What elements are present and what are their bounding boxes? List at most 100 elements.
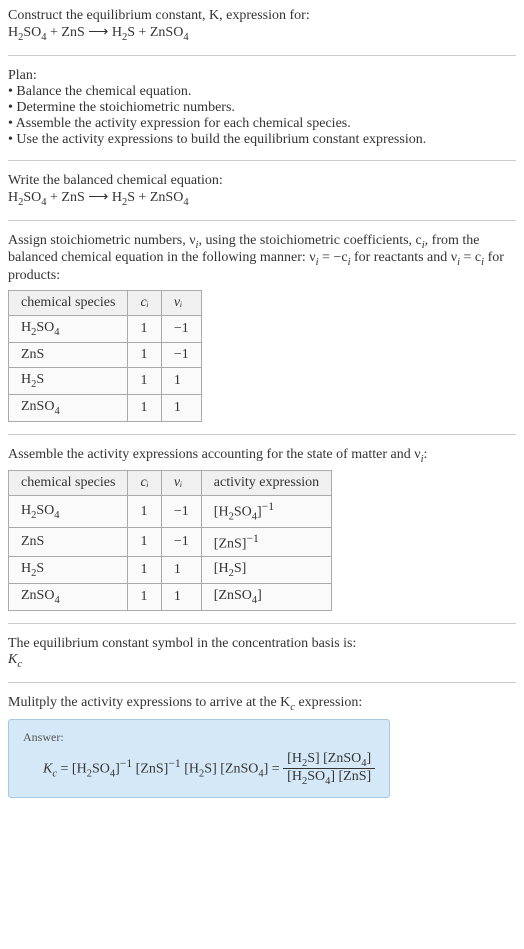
species-cell: H2S [9,557,128,584]
ae: S] [234,561,246,576]
plan-bullet: • Assemble the activity expression for e… [8,116,516,132]
text-part: for reactants and ν [350,250,457,265]
numerator: [H2S] [ZnSO4] [283,751,375,770]
plan-bullet: • Balance the chemical equation. [8,84,516,100]
sp: SO [36,320,54,335]
kc-pre: K [43,761,52,776]
prompt-section: Construct the equilibrium constant, K, e… [8,8,516,43]
plan-title: Plan: [8,68,516,84]
ae: [ZnS] [214,536,247,551]
eq-part: SO [92,761,110,776]
sup: −1 [262,500,274,513]
c-cell: 1 [128,557,161,584]
eq-part: S + ZnSO [127,25,183,40]
species-cell: H2SO4 [9,316,128,343]
col-header-label: cᵢ [140,295,148,310]
species-cell: H2SO4 [9,496,128,527]
c-cell: 1 [128,584,161,611]
eq-part: ] = [264,761,284,776]
species-cell: ZnS [9,342,128,367]
table-row: H2SO4 1 −1 [9,316,202,343]
sp: H [21,503,31,518]
dp: [H [287,769,302,784]
v-cell: 1 [161,557,201,584]
table-row: H2S 1 1 [9,367,202,394]
text-part: : [424,447,428,462]
table-row: H2SO4 1 −1 [H2SO4]−1 [9,496,332,527]
eq-part: + ZnS ⟶ H [47,25,122,40]
col-header: cᵢ [128,471,161,496]
v-cell: 1 [161,584,201,611]
ae: [H [214,561,229,576]
c-cell: 1 [128,527,161,557]
assemble-section: Assemble the activity expressions accoun… [8,447,516,612]
kc-sub: c [17,659,22,670]
divider [8,220,516,221]
sub: 4 [54,327,59,338]
kc-pre: K [8,652,17,667]
sp: H [21,561,31,576]
v-cell: 1 [161,394,201,421]
sup: −1 [246,532,258,545]
v-cell: −1 [161,527,201,557]
sub: 4 [54,510,59,521]
sup: −1 [120,757,132,770]
stoich-table: chemical species cᵢ νᵢ H2SO4 1 −1 ZnS 1 … [8,290,202,421]
activity-cell: [H2SO4]−1 [201,496,331,527]
plan-bullet: • Determine the stoichiometric numbers. [8,100,516,116]
table-row: ZnS 1 −1 [ZnS]−1 [9,527,332,557]
activity-cell: [H2S] [201,557,331,584]
ae: [H [214,505,229,520]
prompt-text: Construct the equilibrium constant, K, e… [8,8,516,24]
c-cell: 1 [128,342,161,367]
multiply-section: Mulitply the activity expressions to arr… [8,695,516,798]
table-row: H2S 1 1 [H2S] [9,557,332,584]
sp: ZnS [21,534,44,549]
table-row: ZnSO4 1 1 [ZnSO4] [9,584,332,611]
sp: ZnSO [21,588,54,603]
sp: SO [36,503,54,518]
activity-cell: [ZnSO4] [201,584,331,611]
text-part: = c [460,250,481,265]
eq-part: [H [181,761,199,776]
col-header-label: νᵢ [174,475,182,490]
species-cell: ZnS [9,527,128,557]
table-header-row: chemical species cᵢ νᵢ activity expressi… [9,471,332,496]
eqsymbol-kc: Kc [8,652,516,670]
eq-part: SO [23,190,41,205]
text-part: expression: [295,695,362,710]
eqsymbol-line1: The equilibrium constant symbol in the c… [8,636,516,652]
dp: ] [ZnS] [330,769,371,784]
answer-box: Answer: Kc = [H2SO4]−1 [ZnS]−1 [H2S] [Zn… [8,719,390,799]
activity-table: chemical species cᵢ νᵢ activity expressi… [8,470,332,611]
assign-section: Assign stoichiometric numbers, νi, using… [8,233,516,422]
text-part: Assign stoichiometric numbers, ν [8,233,196,248]
v-cell: −1 [161,342,201,367]
col-header: cᵢ [128,291,161,316]
text-part: , using the stoichiometric coefficients,… [198,233,421,248]
assemble-text: Assemble the activity expressions accoun… [8,447,516,465]
balanced-section: Write the balanced chemical equation: H2… [8,173,516,208]
eq-part: H [8,190,18,205]
divider [8,623,516,624]
np: S] [ZnSO [307,751,361,766]
sp: ZnS [21,347,44,362]
denominator: [H2SO4] [ZnS] [283,769,375,787]
species-cell: ZnSO4 [9,584,128,611]
table-row: ZnSO4 1 1 [9,394,202,421]
eq-part: [ZnS] [132,761,168,776]
table-row: ZnS 1 −1 [9,342,202,367]
sp: H [21,320,31,335]
prompt-equation: H2SO4 + ZnS ⟶ H2S + ZnSO4 [8,24,516,43]
sp: H [21,372,31,387]
eq-sub: 4 [183,32,188,43]
ae: [ZnSO [214,588,252,603]
divider [8,682,516,683]
v-cell: −1 [161,496,201,527]
col-header-label: νᵢ [174,295,182,310]
text-part: Assemble the activity expressions accoun… [8,447,421,462]
col-header: activity expression [201,471,331,496]
dp: SO [307,769,325,784]
col-header: chemical species [9,291,128,316]
multiply-text: Mulitply the activity expressions to arr… [8,695,516,713]
